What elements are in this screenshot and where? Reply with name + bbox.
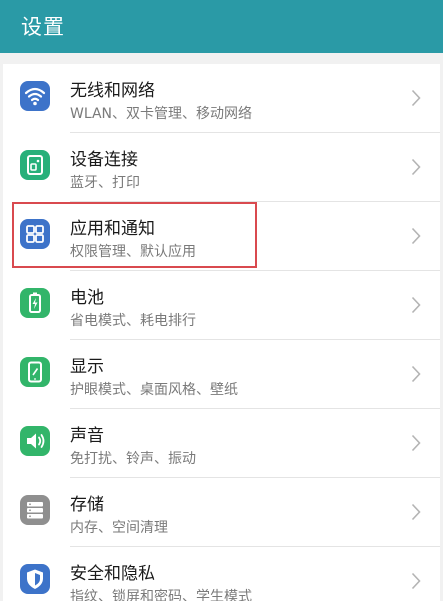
settings-item-subtitle: 蓝牙、打印 bbox=[70, 175, 140, 191]
chevron-right-icon bbox=[411, 158, 421, 176]
page-title: 设置 bbox=[21, 15, 65, 39]
settings-item-apps-notifications[interactable]: 应用和通知 权限管理、默认应用 bbox=[3, 202, 440, 271]
settings-item-display[interactable]: 显示 护眼模式、桌面风格、壁纸 bbox=[3, 340, 440, 409]
chevron-right-icon bbox=[411, 296, 421, 314]
settings-item-label: 安全和隐私 bbox=[70, 564, 155, 584]
settings-item-label: 设备连接 bbox=[70, 150, 138, 170]
settings-item-security-privacy[interactable]: 安全和隐私 指纹、锁屏和密码、学生模式 bbox=[3, 547, 440, 601]
settings-list: 无线和网络 WLAN、双卡管理、移动网络 设备连接 蓝牙、打印 应用和通知 权限… bbox=[3, 64, 440, 601]
settings-item-label: 电池 bbox=[70, 288, 104, 308]
battery-icon bbox=[20, 288, 50, 318]
display-icon bbox=[20, 357, 50, 387]
device-connection-icon bbox=[20, 150, 50, 180]
wifi-icon bbox=[20, 81, 50, 111]
apps-grid-icon bbox=[20, 219, 50, 249]
settings-item-storage[interactable]: 存储 内存、空间清理 bbox=[3, 478, 440, 547]
chevron-right-icon bbox=[411, 365, 421, 383]
storage-icon bbox=[20, 495, 50, 525]
settings-item-battery[interactable]: 电池 省电模式、耗电排行 bbox=[3, 271, 440, 340]
settings-item-subtitle: 内存、空间清理 bbox=[70, 520, 168, 536]
settings-item-subtitle: 省电模式、耗电排行 bbox=[70, 313, 196, 329]
settings-item-subtitle: 指纹、锁屏和密码、学生模式 bbox=[70, 589, 252, 601]
settings-screen: 设置 无线和网络 WLAN、双卡管理、移动网络 设备连接 蓝牙、打印 应用和通知… bbox=[0, 0, 443, 601]
shield-icon bbox=[20, 564, 50, 594]
settings-item-label: 存储 bbox=[70, 495, 104, 515]
chevron-right-icon bbox=[411, 227, 421, 245]
settings-item-subtitle: WLAN、双卡管理、移动网络 bbox=[70, 106, 253, 122]
settings-item-subtitle: 免打扰、铃声、振动 bbox=[70, 451, 196, 467]
title-bar: 设置 bbox=[0, 0, 443, 53]
chevron-right-icon bbox=[411, 434, 421, 452]
settings-item-label: 显示 bbox=[70, 357, 104, 377]
settings-item-label: 应用和通知 bbox=[70, 219, 155, 239]
settings-item-subtitle: 护眼模式、桌面风格、壁纸 bbox=[70, 382, 238, 398]
settings-item-wireless-networks[interactable]: 无线和网络 WLAN、双卡管理、移动网络 bbox=[3, 64, 440, 133]
settings-item-device-connection[interactable]: 设备连接 蓝牙、打印 bbox=[3, 133, 440, 202]
settings-item-subtitle: 权限管理、默认应用 bbox=[70, 244, 196, 260]
chevron-right-icon bbox=[411, 503, 421, 521]
chevron-right-icon bbox=[411, 89, 421, 107]
settings-item-label: 无线和网络 bbox=[70, 81, 155, 101]
speaker-icon bbox=[20, 426, 50, 456]
settings-item-label: 声音 bbox=[70, 426, 104, 446]
settings-item-sound[interactable]: 声音 免打扰、铃声、振动 bbox=[3, 409, 440, 478]
chevron-right-icon bbox=[411, 572, 421, 590]
